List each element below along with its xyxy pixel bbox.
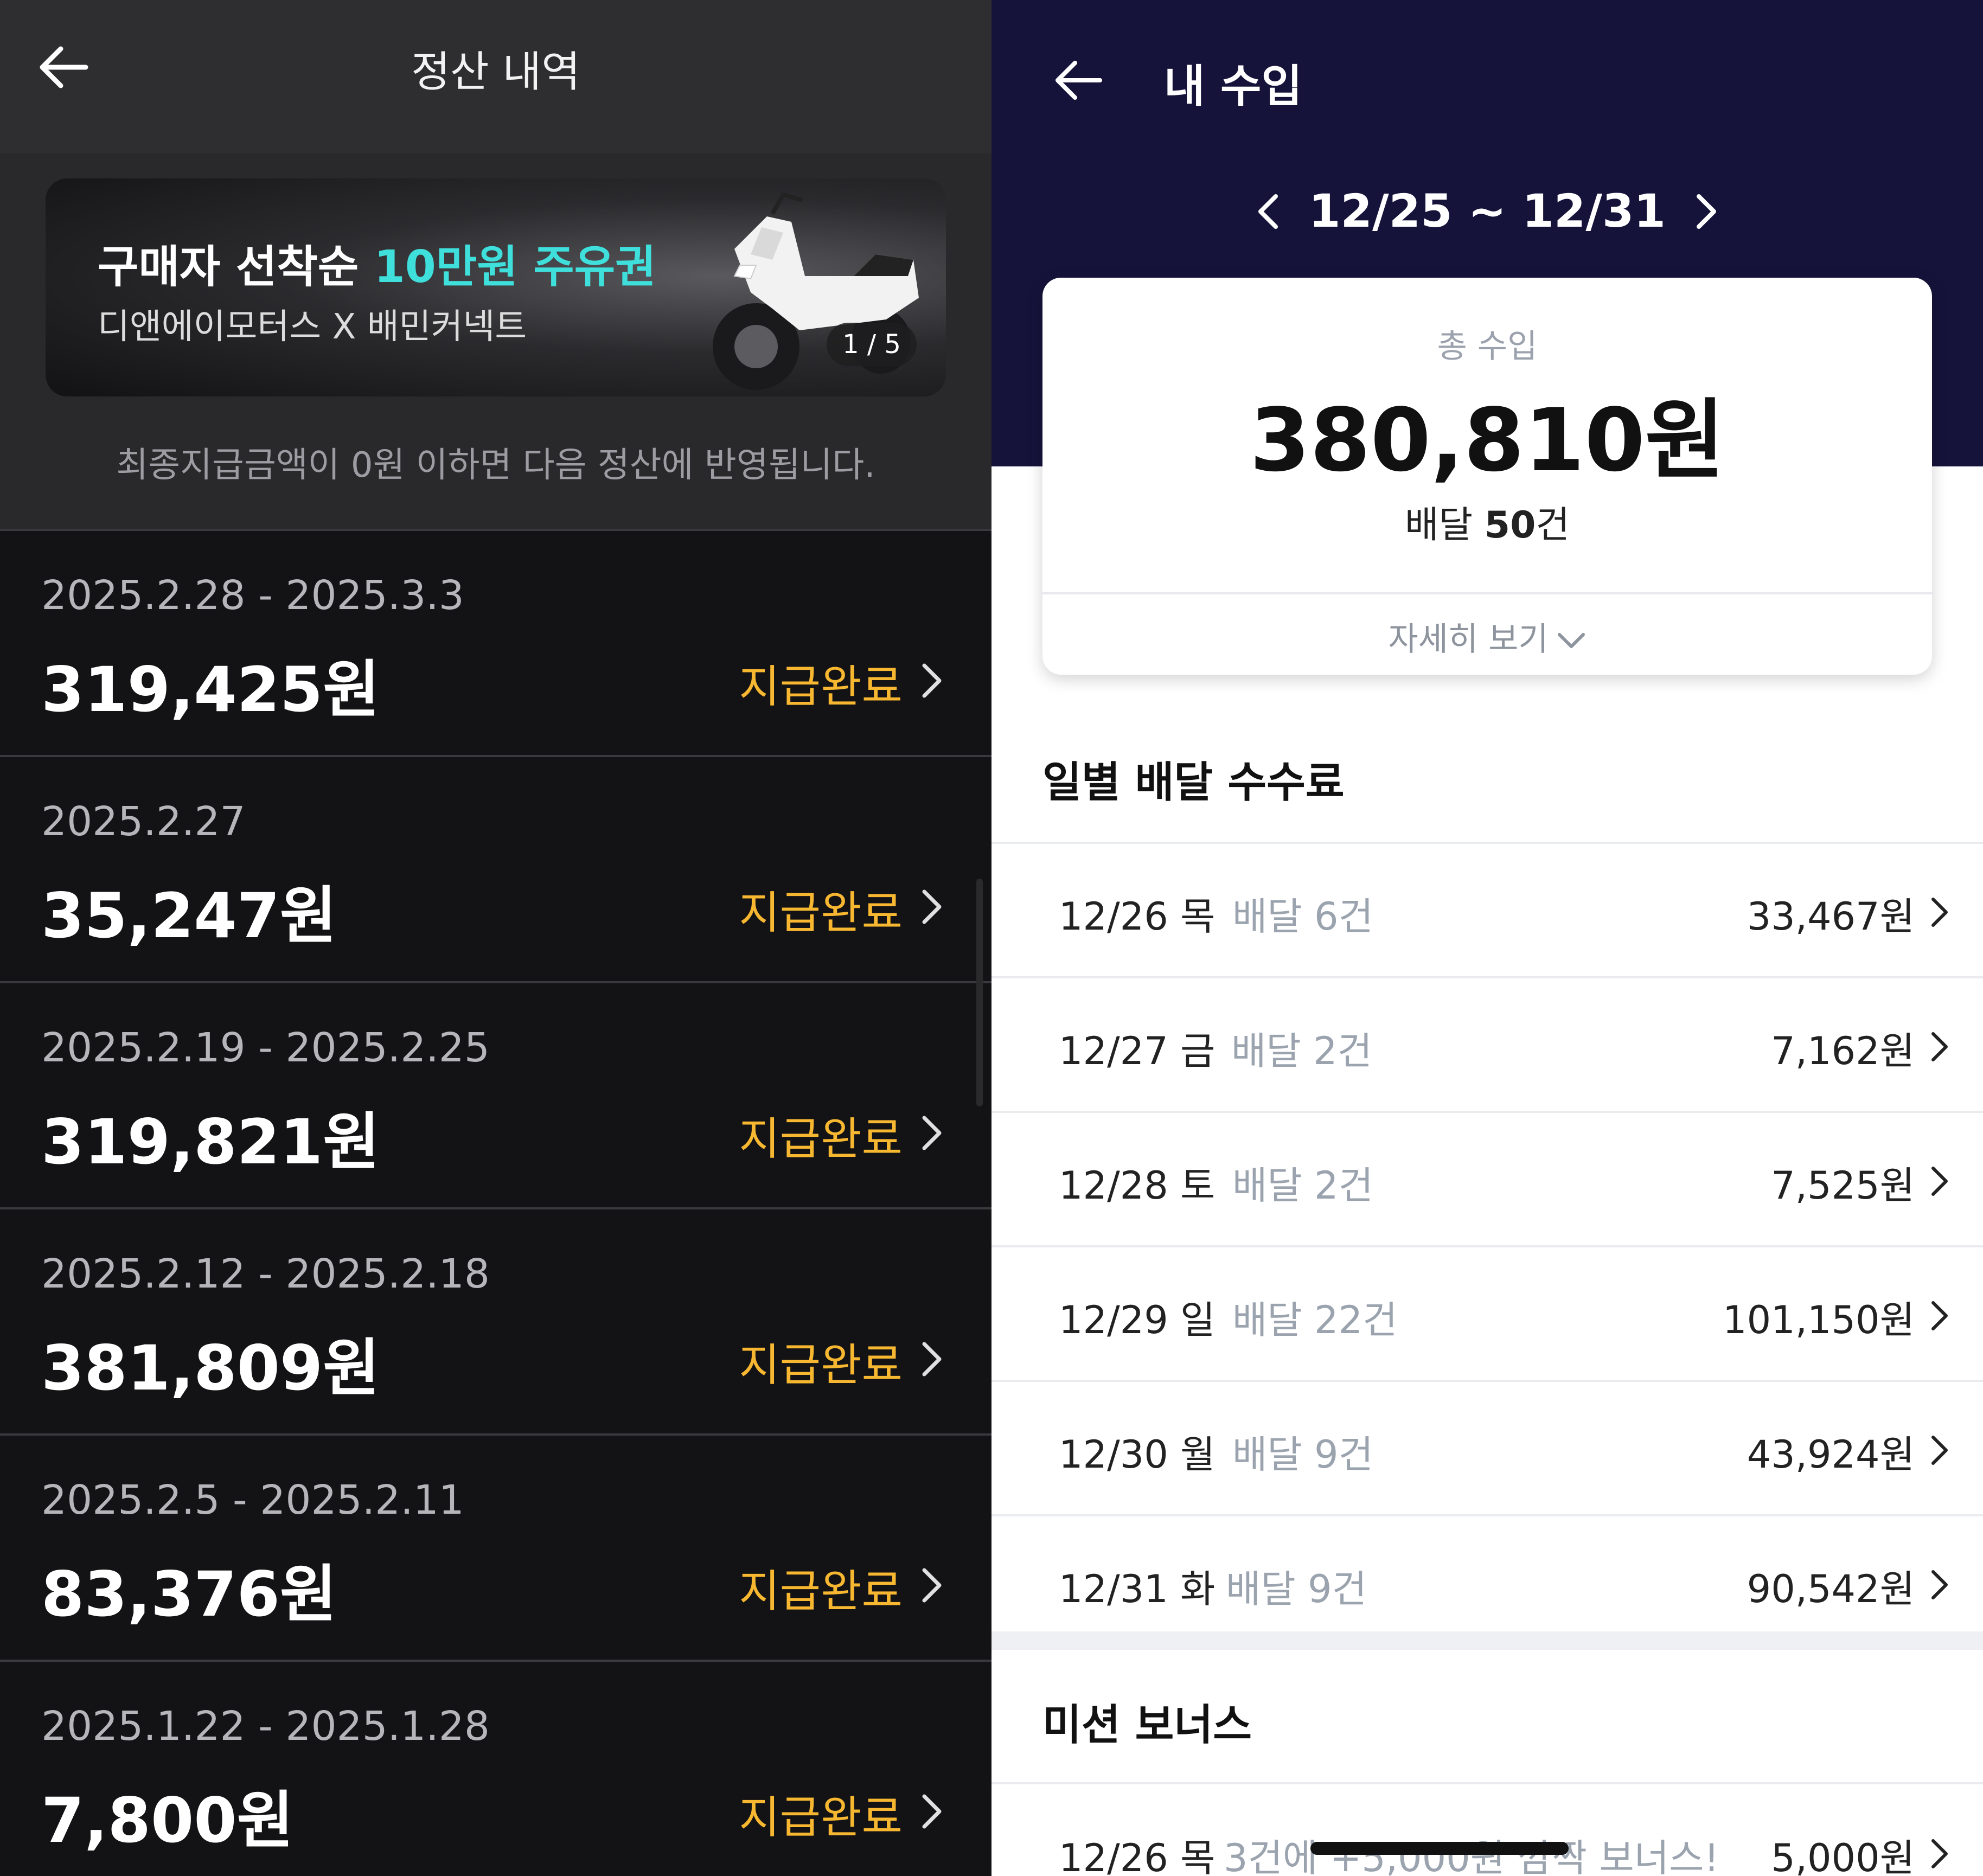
delivery-count: 배달 50건 (1042, 495, 1932, 548)
daily-fee-row[interactable]: 12/30 월 배달 9건 43,924원 (992, 1380, 1983, 1514)
total-income-label: 총 수입 (1437, 328, 1538, 366)
chevron-right-icon (1931, 1570, 1948, 1599)
settlement-status: 지급완료 (739, 1113, 903, 1165)
settlement-amount: 319,425원 (41, 654, 380, 726)
settlement-amount: 7,800원 (41, 1784, 294, 1856)
settlement-date: 2025.2.19 - 2025.2.25 (41, 1025, 490, 1071)
chevron-right-icon[interactable] (1690, 190, 1723, 233)
chevron-down-icon (1557, 633, 1585, 649)
mission-bonus-title: 미션 보너스 (1042, 1701, 1252, 1750)
banner-subtitle: 디앤에이모터스 X 배민커넥트 (98, 307, 527, 347)
row-day: 12/26 목 (1059, 894, 1216, 939)
row-amount: 33,467원 (1747, 894, 1915, 939)
chevron-right-icon (922, 1794, 942, 1829)
row-amount: 101,150원 (1723, 1298, 1915, 1342)
chevron-right-icon (922, 1116, 942, 1150)
settlement-status: 지급완료 (739, 1340, 903, 1391)
row-delivery-count: 배달 9건 (1232, 1432, 1373, 1477)
banner-headline: 구매자 선착순 10만원 주유권 (98, 231, 656, 295)
settlement-row[interactable]: 2025.2.28 - 2025.3.3 319,425원 지급완료 (0, 529, 992, 755)
view-details-label: 자세히 보기 (1388, 620, 1549, 658)
daily-fee-title: 일별 배달 수수료 (1042, 758, 1345, 807)
settlement-history-screen: 정산 내역 구매자 선착순 10만원 주유권 디앤에이모터스 X 배민커넥트 1… (0, 0, 992, 1876)
chevron-right-icon (922, 889, 942, 924)
settlement-row[interactable]: 2025.2.5 - 2025.2.11 83,376원 지급완료 (0, 1433, 992, 1660)
settlement-date: 2025.2.28 - 2025.3.3 (41, 572, 464, 619)
row-amount: 90,542원 (1747, 1567, 1915, 1611)
settlement-row[interactable]: 2025.2.27 35,247원 지급완료 (0, 755, 992, 982)
daily-fee-row[interactable]: 12/26 목 배달 6건 33,467원 (992, 842, 1983, 976)
promo-banner[interactable]: 구매자 선착순 10만원 주유권 디앤에이모터스 X 배민커넥트 1 / 5 (46, 178, 946, 396)
row-delivery-count: 배달 6건 (1232, 894, 1373, 939)
banner-headline-text: 구매자 선착순 (98, 241, 374, 293)
row-day: 12/31 화 (1059, 1567, 1216, 1611)
settlement-status: 지급완료 (739, 1792, 903, 1843)
settlement-date: 2025.1.22 - 2025.1.28 (41, 1703, 490, 1750)
my-income-screen: 내 수입 12/25 ~ 12/31 총 수입 380,810원 배달 50건 … (992, 0, 1983, 1876)
section-separator (992, 1631, 1983, 1650)
settlement-amount: 381,809원 (41, 1332, 380, 1404)
daily-fee-row[interactable]: 12/31 화 배달 9건 90,542원 (992, 1514, 1983, 1631)
settlement-notice: 최종지급금액이 0원 이하면 다음 정산에 반영됩니다. (116, 445, 875, 485)
total-income-value: 380,810원 (1250, 389, 1725, 491)
page-title: 내 수입 (1164, 61, 1302, 112)
settlement-date: 2025.2.27 (41, 798, 246, 845)
chevron-right-icon (1931, 1167, 1948, 1196)
row-delivery-count: 배달 2건 (1232, 1163, 1373, 1208)
left-header: 정산 내역 (0, 0, 992, 153)
page-title: 정산 내역 (411, 48, 580, 97)
row-delivery-count: 배달 2건 (1231, 1029, 1372, 1073)
row-day: 12/27 금 (1059, 1029, 1216, 1073)
daily-fee-row[interactable]: 12/28 토 배달 2건 7,525원 (992, 1111, 1983, 1245)
income-summary-card: 총 수입 380,810원 배달 50건 자세히 보기 (1042, 278, 1932, 675)
settlement-row[interactable]: 2025.2.19 - 2025.2.25 319,821원 지급완료 (0, 981, 992, 1208)
row-amount: 7,525원 (1771, 1163, 1915, 1208)
settlement-row[interactable]: 2025.2.12 - 2025.2.18 381,809원 지급완료 (0, 1207, 992, 1434)
settlement-row[interactable]: 2025.1.22 - 2025.1.28 7,800원 지급완료 (0, 1660, 992, 1876)
banner-headline-highlight: 10만원 주유권 (374, 241, 656, 293)
chevron-right-icon (1931, 898, 1948, 927)
settlement-amount: 319,821원 (41, 1106, 380, 1178)
settlement-status: 지급완료 (739, 1566, 903, 1617)
settlement-amount: 35,247원 (41, 880, 337, 952)
delivery-count-number: 50 (1484, 504, 1536, 547)
back-arrow-icon[interactable] (1051, 54, 1105, 106)
delivery-count-suffix: 건 (1536, 504, 1570, 547)
chevron-right-icon (1931, 1301, 1948, 1330)
daily-fee-row[interactable]: 12/29 일 배달 22건 101,150원 (992, 1245, 1983, 1380)
row-day: 12/29 일 (1059, 1298, 1216, 1342)
chevron-right-icon (922, 1568, 942, 1603)
date-range: 12/25 ~ 12/31 (1309, 184, 1666, 238)
settlement-status: 지급완료 (739, 887, 903, 939)
view-details-button[interactable]: 자세히 보기 (1042, 613, 1932, 660)
banner-pager: 1 / 5 (827, 323, 917, 366)
row-day: 12/30 월 (1059, 1432, 1216, 1477)
row-amount: 7,162원 (1771, 1029, 1915, 1073)
settlement-amount: 83,376원 (41, 1558, 337, 1630)
scrollbar[interactable] (976, 879, 983, 1106)
row-day: 12/28 토 (1059, 1163, 1216, 1208)
row-day: 12/26 목 (1059, 1836, 1216, 1876)
chevron-right-icon (922, 663, 942, 698)
settlement-date: 2025.2.12 - 2025.2.18 (41, 1251, 490, 1297)
settlement-date: 2025.2.5 - 2025.2.11 (41, 1477, 464, 1523)
chevron-right-icon (922, 1342, 942, 1376)
row-amount: 43,924원 (1747, 1432, 1915, 1477)
chevron-right-icon (1931, 1839, 1948, 1868)
row-delivery-count: 배달 9건 (1226, 1567, 1367, 1611)
daily-fee-row[interactable]: 12/27 금 배달 2건 7,162원 (992, 976, 1983, 1111)
home-indicator[interactable] (1310, 1842, 1569, 1855)
divider (1042, 592, 1932, 594)
bonus-row[interactable]: 12/26 목 3건에 +5,000원 깜짝 보너스! 5,000원 (992, 1782, 1983, 1876)
settlement-status: 지급완료 (739, 661, 903, 713)
row-delivery-count: 배달 22건 (1232, 1298, 1398, 1342)
chevron-right-icon (1931, 1436, 1948, 1465)
chevron-right-icon (1931, 1032, 1948, 1061)
row-amount: 5,000원 (1771, 1836, 1915, 1876)
delivery-count-prefix: 배달 (1405, 504, 1485, 547)
